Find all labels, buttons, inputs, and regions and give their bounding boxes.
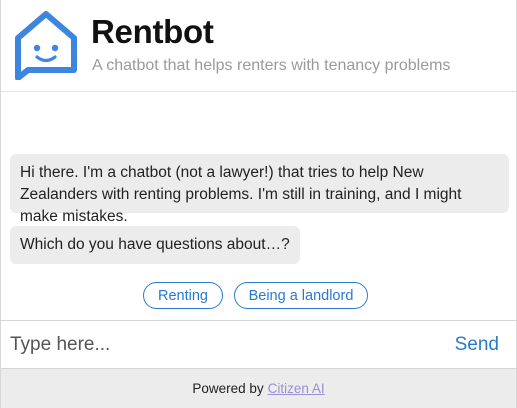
app-subtitle: A chatbot that helps renters with tenanc… [92,57,451,74]
house-chat-face-icon [10,8,82,81]
bot-message: Hi there. I'm a chatbot (not a lawyer!) … [10,154,509,225]
header: Rentbot A chatbot that helps renters wit… [1,0,516,92]
send-button[interactable]: Send [455,331,499,359]
app-title: Rentbot [91,13,214,50]
citizen-ai-link[interactable]: Citizen AI [268,381,325,396]
quick-replies: Renting Being a landlord [1,282,516,310]
quick-reply-renting-button[interactable]: Renting [143,282,223,309]
message-list: Hi there. I'm a chatbot (not a lawyer!) … [1,92,516,320]
footer: Powered by Citizen AI [1,368,516,408]
message-input[interactable] [10,330,430,360]
powered-by-label: Powered by [192,381,264,396]
chat-app: Rentbot A chatbot that helps renters wit… [0,0,517,408]
message-composer: Send [1,320,516,368]
quick-reply-landlord-button[interactable]: Being a landlord [234,282,368,309]
bot-message: Which do you have questions about…? [10,226,300,264]
